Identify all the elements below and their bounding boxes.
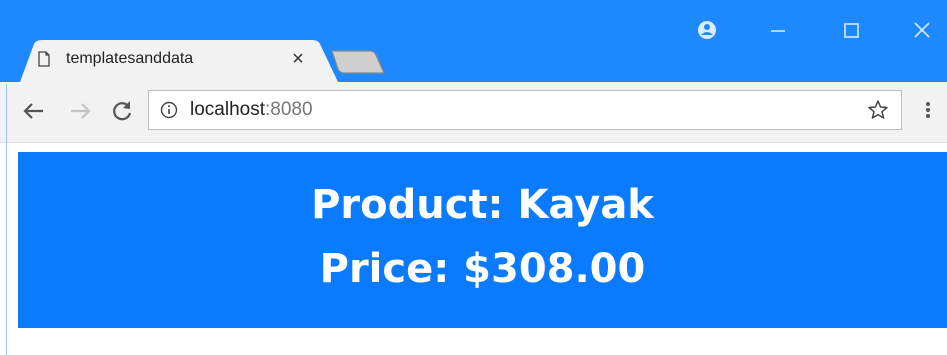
- profile-icon[interactable]: [688, 14, 726, 46]
- product-name-text: Product: Kayak: [311, 182, 654, 228]
- forward-arrow-icon[interactable]: [64, 95, 96, 127]
- reload-icon[interactable]: [106, 95, 138, 127]
- url-host: localhost: [190, 99, 265, 120]
- window-frame-edge: [6, 84, 7, 355]
- product-banner: [18, 152, 947, 328]
- back-arrow-icon[interactable]: [18, 95, 50, 127]
- tab-title: templatesanddata: [66, 50, 194, 67]
- new-tab-icon[interactable]: [330, 48, 386, 76]
- kebab-menu-icon[interactable]: [918, 98, 938, 122]
- maximize-icon[interactable]: [832, 14, 872, 46]
- browser-window: templatesanddata × localhost:8080 Produc…: [0, 0, 947, 355]
- info-icon[interactable]: [160, 101, 178, 119]
- url-port: :8080: [265, 99, 313, 120]
- close-icon[interactable]: [903, 14, 943, 46]
- tab-close-icon[interactable]: ×: [287, 48, 309, 70]
- page-icon: [38, 51, 50, 67]
- star-icon[interactable]: [866, 98, 890, 122]
- product-price-text: Price: $308.00: [319, 246, 646, 292]
- url-text[interactable]: localhost:8080: [190, 99, 313, 121]
- minimize-icon[interactable]: [758, 14, 798, 46]
